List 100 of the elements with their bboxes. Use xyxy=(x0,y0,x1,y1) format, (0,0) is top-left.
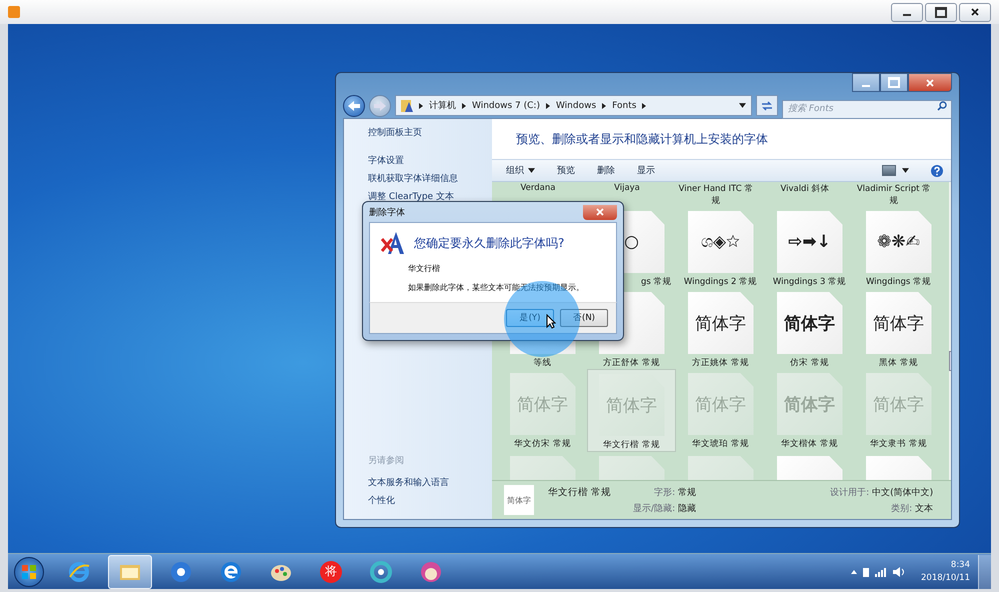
font-preview: ❁❋✍ xyxy=(877,232,920,252)
font-label: 华文行楷 常规 xyxy=(602,439,661,451)
font-label: 华文隶书 常规 xyxy=(869,438,928,450)
cursor-icon xyxy=(546,314,556,329)
font-tile[interactable]: ❁❋✍ Wingdings 常规 xyxy=(854,207,943,288)
dialog-title: 删除字体 xyxy=(369,206,405,218)
chevron-icon[interactable] xyxy=(419,102,423,108)
font-label: Vivaldi 斜体 xyxy=(779,183,831,195)
chevron-icon[interactable] xyxy=(642,102,646,108)
back-button[interactable] xyxy=(343,94,365,116)
breadcrumb-item[interactable]: Fonts xyxy=(612,100,636,110)
font-preview: 简体字 xyxy=(507,494,531,506)
caret-icon[interactable] xyxy=(902,168,909,173)
detail-label: 字形: xyxy=(654,486,676,498)
font-tile[interactable]: 简体字 仿宋 常规 xyxy=(765,288,854,369)
font-tile[interactable]: ⇨➡↓ Wingdings 3 常规 xyxy=(765,207,854,288)
chevron-icon[interactable] xyxy=(462,102,466,108)
search-field[interactable]: 搜索 Fonts xyxy=(782,100,952,118)
dialog-button[interactable]: 否(N) xyxy=(560,309,608,327)
sidebar-link[interactable]: 个性化 xyxy=(368,494,492,507)
font-label: Wingdings 3 常规 xyxy=(772,276,848,288)
sidebar-link[interactable]: 调整 ClearType 文本 xyxy=(368,190,492,203)
font-label: 黑体 常规 xyxy=(878,357,919,369)
font-label: 华文琥珀 常规 xyxy=(691,438,750,450)
close-icon xyxy=(926,78,934,86)
font-label: Wingdings 常规 xyxy=(864,276,932,288)
breadcrumb-item[interactable]: Windows xyxy=(556,100,596,110)
font-preview: 简体字 xyxy=(873,312,924,334)
chevron-icon[interactable] xyxy=(602,102,606,108)
dropdown-arrow-icon xyxy=(528,168,535,174)
font-label: Viner Hand ITC 常规 xyxy=(678,183,754,207)
font-tile[interactable]: 简体字 华文琥珀 常规 xyxy=(676,369,765,452)
toolbar-button[interactable]: 显示 xyxy=(637,164,655,177)
start-button[interactable] xyxy=(14,556,44,586)
tray-icons[interactable] xyxy=(851,566,907,578)
breadcrumb-item[interactable]: 计算机 xyxy=(429,99,456,112)
font-label: gs 常规 xyxy=(640,276,672,288)
forward-arrow-icon xyxy=(373,100,387,112)
help-icon[interactable] xyxy=(931,164,943,176)
detail-value: 常规 xyxy=(678,486,696,498)
close-icon xyxy=(971,8,979,16)
windows-logo-icon xyxy=(21,564,37,580)
breadcrumb-item[interactable]: Windows 7 (C:) xyxy=(472,100,540,110)
font-tile[interactable]: 简体字 方正姚体 常规 xyxy=(676,288,765,369)
e-logo-icon xyxy=(220,560,242,582)
font-label: Vladimir Script 常规 xyxy=(856,183,932,207)
dialog-question: 您确定要永久删除此字体吗? xyxy=(414,234,564,252)
sidebar-link[interactable]: 字体设置 xyxy=(368,154,492,167)
font-preview: 简体字 xyxy=(784,312,835,334)
maximize-button[interactable] xyxy=(880,73,908,92)
sidebar-link[interactable]: 联机获取字体详细信息 xyxy=(368,172,492,185)
font-tile[interactable]: 简体字 黑体 常规 xyxy=(854,288,943,369)
font-label: 仿宋 常规 xyxy=(789,357,830,369)
clock[interactable]: 8:34 2018/10/11 xyxy=(921,560,970,583)
folder-icon xyxy=(119,562,141,580)
close-button[interactable] xyxy=(908,73,952,92)
folder-icon xyxy=(401,98,413,112)
font-tile[interactable]: 简体字 华文行楷 常规 xyxy=(587,369,676,452)
toolbar-button[interactable]: 组织 xyxy=(506,164,535,177)
toolbar-button[interactable]: 预览 xyxy=(557,164,575,177)
app-icon: 将 xyxy=(320,560,342,582)
back-arrow-icon xyxy=(347,100,361,112)
minimize-button[interactable] xyxy=(852,73,880,92)
font-tile[interactable]: 简体字 华文楷体 常规 xyxy=(765,369,854,452)
font-delete-icon xyxy=(380,231,406,255)
font-label: 华文仿宋 常规 xyxy=(513,438,572,450)
font-preview: 简体字 xyxy=(784,394,835,416)
font-preview: 简体字 xyxy=(873,394,924,416)
maximize-button[interactable] xyxy=(925,2,957,22)
sidebar-link[interactable]: 控制面板主页 xyxy=(368,126,492,139)
font-preview: 简体字 xyxy=(695,394,746,416)
close-button[interactable] xyxy=(959,2,991,22)
dialog-message: 如果删除此字体，某些文本可能无法按预期显示。 xyxy=(408,282,585,293)
search-icon xyxy=(937,101,947,111)
page-heading: 预览、删除或者显示和隐藏计算机上安装的字体 xyxy=(516,130,768,148)
detail-value: 文本 xyxy=(915,502,934,514)
chevron-icon[interactable] xyxy=(546,102,550,108)
toolbar-button[interactable]: 删除 xyxy=(597,164,615,177)
swirl-icon xyxy=(370,560,392,582)
font-preview: 简体字 xyxy=(695,312,746,334)
dialog-button[interactable]: 是(Y) xyxy=(506,309,554,327)
show-desktop-button[interactable] xyxy=(978,554,991,588)
address-bar[interactable]: 计算机 Windows 7 (C:) Windows Fonts xyxy=(395,95,752,116)
detail-value: 隐藏 xyxy=(678,502,696,514)
taskbar-app[interactable]: 将 xyxy=(310,556,352,588)
font-tile[interactable]: 简体字 华文仿宋 常规 xyxy=(498,369,587,452)
sidebar-link[interactable]: 文本服务和输入语言 xyxy=(368,476,492,489)
font-tile[interactable]: 简体字 华文隶书 常规 xyxy=(854,369,943,452)
minimize-button[interactable] xyxy=(891,2,923,22)
font-preview: ශ◈☆ xyxy=(700,232,740,252)
font-preview: 简体字 xyxy=(606,394,657,416)
see-also-heading: 另请参阅 xyxy=(368,454,405,467)
font-tile[interactable]: ශ◈☆ Wingdings 2 常规 xyxy=(676,207,765,288)
detail-label: 类别: xyxy=(891,502,912,514)
player-icon xyxy=(8,6,20,18)
refresh-button[interactable] xyxy=(756,95,778,116)
font-preview: ○ xyxy=(624,232,639,252)
dropdown-arrow-icon[interactable] xyxy=(739,103,746,108)
font-label: 方正姚体 常规 xyxy=(691,357,750,369)
close-icon xyxy=(596,208,604,216)
